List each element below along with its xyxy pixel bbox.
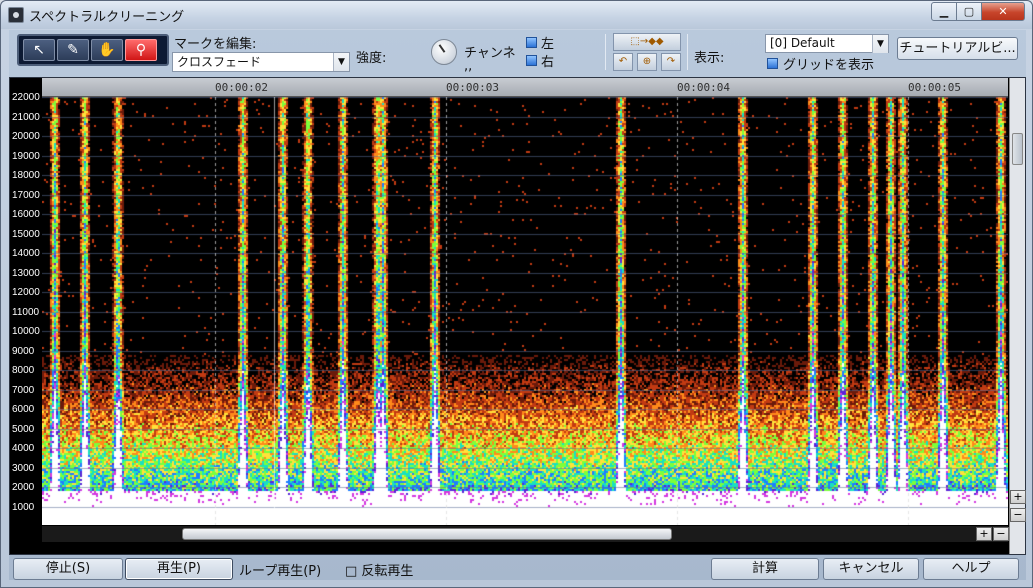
stop-button[interactable]: 停止(S) [13, 558, 123, 580]
frequency-label: 8000 [12, 365, 35, 376]
time-label: 00:00:04 [677, 81, 730, 94]
chevron-down-icon[interactable]: ▼ [333, 53, 349, 71]
show-grid-label: グリッドを表示 [783, 58, 875, 73]
strength-knob[interactable] [431, 39, 457, 65]
mark-to-keyframe-button[interactable]: ⬚→◆◆ [613, 33, 681, 51]
preset-dropdown[interactable]: [0] Default ▼ [765, 34, 889, 53]
right-channel-label: 右 [541, 55, 555, 70]
preset-value: [0] Default [770, 36, 835, 50]
reverse-play-checkbox[interactable]: □ 反転再生 [345, 560, 413, 579]
frequency-label: 12000 [12, 287, 40, 298]
mark-edit-label: マークを編集: [174, 37, 257, 52]
channel-label: チャンネ ,, [464, 46, 516, 74]
cancel-button[interactable]: キャンセル [823, 558, 919, 580]
minimize-button[interactable]: ▁ [931, 2, 957, 21]
loop-play-button[interactable]: ループ再生(P) [239, 560, 321, 579]
maximize-button[interactable]: ▢ [956, 2, 982, 21]
vertical-scroll-thumb[interactable] [1012, 133, 1023, 165]
redo-mark-icon[interactable]: ↷ [661, 53, 681, 71]
zoom-in-vertical-button[interactable]: + [1010, 490, 1026, 504]
toolbar-separator [605, 34, 606, 70]
zoom-tool-icon[interactable]: ⚲ [125, 39, 157, 61]
frequency-label: 9000 [12, 345, 35, 357]
frequency-label: 6000 [12, 404, 35, 415]
frequency-label: 3000 [12, 462, 35, 474]
right-channel-checkbox[interactable] [526, 55, 537, 66]
undo-mark-icon[interactable]: ↶ [613, 53, 633, 71]
view-label: 表示: [694, 51, 725, 66]
play-button[interactable]: 再生(P) [125, 558, 233, 580]
spectral-cleaning-window: スペクトラルクリーニング ▁ ▢ ✕ ↖ ✎ ✋ ⚲ マークを編集: クロスフェ… [0, 0, 1033, 588]
frequency-label: 21000 [12, 111, 40, 123]
zoom-out-horizontal-button[interactable]: − [993, 527, 1009, 541]
chevron-down-icon[interactable]: ▼ [872, 35, 888, 53]
calculate-button[interactable]: 計算 [711, 558, 819, 580]
timeline-ruler[interactable]: 00:00:02 00:00:03 00:00:04 00:00:05 [42, 78, 1008, 97]
mark-edit-value: クロスフェード [177, 55, 262, 69]
time-label: 00:00:02 [215, 81, 268, 94]
zoom-out-vertical-button[interactable]: − [1010, 508, 1026, 522]
frequency-label: 17000 [12, 189, 40, 201]
strength-label: 強度: [356, 51, 387, 66]
frequency-label: 1000 [12, 501, 35, 513]
pointer-tool-icon[interactable]: ↖ [23, 39, 55, 61]
frequency-label: 11000 [12, 306, 40, 318]
window-title: スペクトラルクリーニング [29, 10, 185, 25]
time-label: 00:00:05 [908, 81, 961, 94]
frequency-label: 14000 [12, 248, 40, 259]
hand-tool-icon[interactable]: ✋ [91, 39, 123, 61]
show-grid-checkbox[interactable] [767, 58, 778, 69]
time-label: 00:00:03 [446, 81, 499, 94]
vertical-scrollbar[interactable]: + − [1009, 78, 1026, 554]
toolbar-separator [687, 34, 688, 70]
horizontal-scroll-thumb[interactable] [182, 528, 672, 540]
spectrogram-panel: 22000 21000 20000 19000 18000 17000 16000 15000… [9, 77, 1026, 555]
frequency-axis: 22000 21000 20000 19000 18000 17000 16000 15000… [10, 78, 42, 554]
spectrogram-canvas[interactable] [42, 97, 1008, 525]
title-bar[interactable]: スペクトラルクリーニング ▁ ▢ ✕ [1, 1, 1032, 29]
frequency-label: 22000 [12, 92, 40, 103]
frequency-label: 18000 [12, 170, 40, 181]
left-channel-label: 左 [541, 37, 555, 52]
frequency-label: 16000 [12, 209, 40, 220]
frequency-label: 7000 [12, 384, 35, 396]
frequency-label: 5000 [12, 423, 35, 435]
client-area: ↖ ✎ ✋ ⚲ マークを編集: クロスフェード ▼ 強度: チャンネ ,, 左 … [9, 30, 1026, 580]
add-mark-icon[interactable]: ⊕ [637, 53, 657, 71]
horizontal-scrollbar[interactable] [42, 526, 1008, 542]
mark-edit-dropdown[interactable]: クロスフェード ▼ [172, 52, 350, 72]
frequency-label: 2000 [12, 482, 35, 493]
frequency-label: 19000 [12, 150, 40, 162]
brush-tool-icon[interactable]: ✎ [57, 39, 89, 61]
toolbar: ↖ ✎ ✋ ⚲ マークを編集: クロスフェード ▼ 強度: チャンネ ,, 左 … [9, 30, 1026, 74]
frequency-label: 13000 [12, 267, 40, 279]
app-icon [8, 7, 24, 23]
frequency-label: 15000 [12, 228, 40, 240]
frequency-label: 20000 [12, 131, 40, 142]
tutorial-button[interactable]: チュートリアルビ... [897, 37, 1018, 60]
bottom-bar: 停止(S) 再生(P) ループ再生(P) □ 反転再生 計算 キャンセル ヘルプ [9, 558, 1026, 580]
zoom-in-horizontal-button[interactable]: + [976, 527, 992, 541]
help-button[interactable]: ヘルプ [923, 558, 1019, 580]
frequency-label: 10000 [12, 326, 40, 337]
left-channel-checkbox[interactable] [526, 37, 537, 48]
tool-group: ↖ ✎ ✋ ⚲ [17, 34, 169, 66]
close-button[interactable]: ✕ [981, 2, 1025, 21]
frequency-label: 4000 [12, 443, 35, 454]
